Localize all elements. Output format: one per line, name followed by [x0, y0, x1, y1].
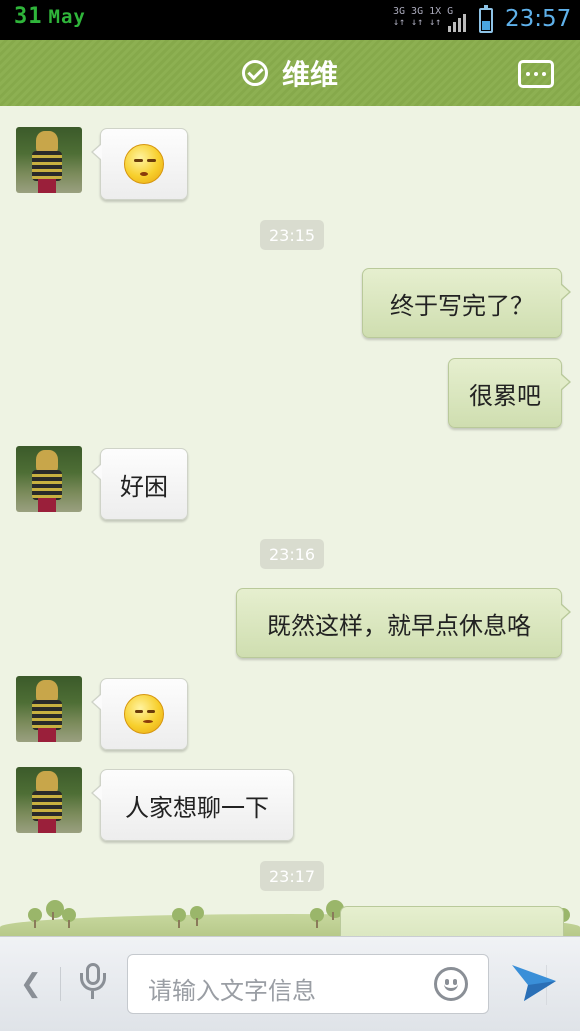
timestamp: 23:16: [260, 539, 325, 569]
chat-message-list[interactable]: 23:15 终于写完了？ 很累吧 好困 23:16 既然这样，就早点休息咯 人家…: [0, 106, 580, 936]
timestamp: 23:15: [260, 220, 325, 250]
shy-face-emoji: [124, 694, 164, 734]
status-bar: 31 May 3G 3G 1X G ↓↑ ↓↑ ↓↑ 23:57: [0, 0, 580, 40]
contact-avatar[interactable]: [16, 767, 82, 833]
status-time: 23:57: [505, 6, 572, 32]
battery-icon: [479, 5, 493, 33]
send-icon[interactable]: [510, 961, 558, 1005]
message-bubble-outgoing[interactable]: 很累吧: [448, 358, 571, 428]
check-circle-icon: [241, 60, 268, 86]
message-input-placeholder: 请输入文字信息: [148, 977, 316, 1005]
more-options-button[interactable]: [518, 60, 554, 88]
smiley-icon[interactable]: [434, 967, 468, 1001]
network-types: 3G 3G 1X G: [393, 6, 454, 17]
signal-icon: [448, 10, 470, 32]
message-bubble-outgoing-partial[interactable]: [340, 906, 564, 936]
contact-avatar[interactable]: [16, 446, 82, 512]
message-bubble-outgoing[interactable]: 终于写完了？: [362, 268, 571, 338]
message-text: 很累吧: [469, 381, 541, 410]
message-bubble-incoming[interactable]: 好困: [91, 448, 188, 520]
contact-avatar[interactable]: [16, 127, 82, 193]
message-text: 终于写完了？: [390, 291, 534, 320]
network-activity: ↓↑ ↓↑ ↓↑: [393, 17, 442, 28]
chevron-left-icon[interactable]: ❮: [20, 969, 42, 999]
network-indicator: 3G 3G 1X G ↓↑ ↓↑ ↓↑: [393, 6, 453, 28]
contact-avatar[interactable]: [16, 676, 82, 742]
message-bubble-incoming[interactable]: [91, 678, 188, 750]
microphone-icon[interactable]: [80, 963, 106, 999]
message-input[interactable]: 请输入文字信息: [127, 954, 547, 1014]
more-dots-icon: [526, 72, 530, 76]
status-date: 31 May: [14, 4, 86, 29]
status-date-day: 31: [14, 4, 43, 29]
status-date-month: May: [48, 6, 86, 28]
chat-title: 维维: [281, 58, 338, 91]
message-bubble-incoming[interactable]: [91, 128, 188, 200]
sleepy-face-emoji: [124, 144, 164, 184]
message-bubble-outgoing[interactable]: 既然这样，就早点休息咯: [236, 588, 571, 658]
message-text: 好困: [120, 472, 168, 501]
chat-header: 维维: [0, 40, 580, 112]
message-bubble-incoming[interactable]: 人家想聊一下: [91, 769, 294, 841]
message-text: 人家想聊一下: [125, 793, 269, 822]
input-bar: ❮ 请输入文字信息: [0, 936, 580, 1031]
message-text: 既然这样，就早点休息咯: [267, 611, 531, 640]
